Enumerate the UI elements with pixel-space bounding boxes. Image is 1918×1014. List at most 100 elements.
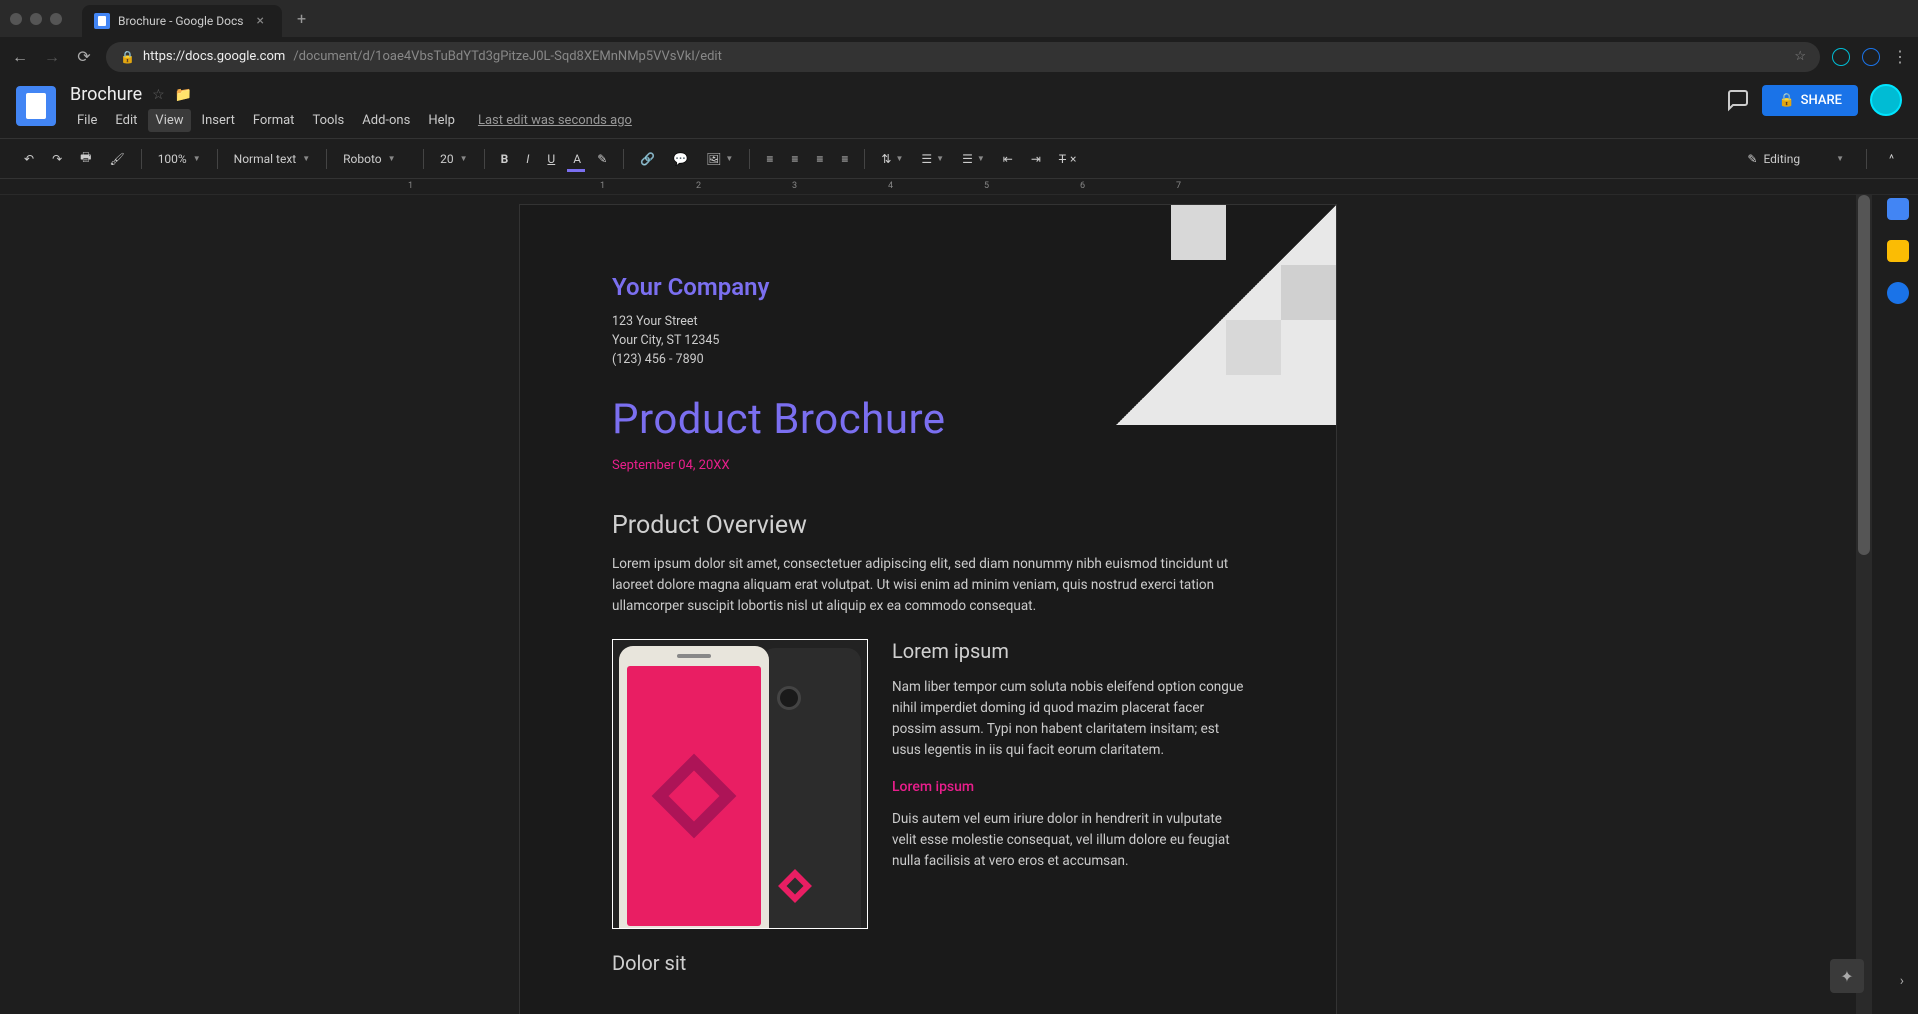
bookmark-icon[interactable]: ☆ [1794,49,1806,64]
overview-heading[interactable]: Product Overview [612,511,1244,540]
forward-button[interactable]: → [42,47,62,67]
ruler-number: 6 [1080,181,1085,191]
underline-button[interactable]: U [539,146,563,172]
highlight-button[interactable]: ✎ [589,146,615,172]
undo-button[interactable]: ↶ [16,146,42,172]
font-size-select[interactable]: 20▼ [432,148,475,170]
section-heading[interactable]: Lorem ipsum [892,639,1244,663]
product-image[interactable] [612,639,868,929]
comments-icon[interactable] [1726,88,1750,112]
page-decoration [1096,205,1336,445]
tab-close-icon[interactable]: × [257,13,264,29]
menu-tools[interactable]: Tools [305,109,351,132]
address-bar[interactable]: 🔒 https://docs.google.com/document/d/1oa… [106,42,1820,72]
editing-mode-select[interactable]: ✎ Editing▼ [1739,148,1852,170]
share-label: SHARE [1801,93,1842,108]
close-window-icon[interactable] [10,13,22,25]
explore-button[interactable]: ✦ [1830,959,1864,993]
section-body[interactable]: Nam liber tempor cum soluta nobis eleife… [892,677,1244,761]
print-button[interactable]: 🖶 [72,142,99,175]
align-right-button[interactable]: ≡ [808,146,831,172]
docs-logo-icon[interactable] [16,86,56,126]
overview-body[interactable]: Lorem ipsum dolor sit amet, consectetuer… [612,554,1244,617]
browser-tab[interactable]: Brochure - Google Docs × [82,5,282,37]
increase-indent-button[interactable]: ⇥ [1023,146,1049,172]
docs-header: Brochure ☆ 📁 File Edit View Insert Forma… [0,76,1918,139]
subsection-heading[interactable]: Lorem ipsum [892,779,1244,795]
url-path: /document/d/1oae4VbsTuBdYTd3gPitzeJ0L-Sq… [293,49,722,64]
reload-button[interactable]: ⟳ [74,47,94,66]
maximize-window-icon[interactable] [50,13,62,25]
menu-insert[interactable]: Insert [195,109,242,132]
ruler-number: 1 [408,181,413,191]
menu-file[interactable]: File [70,109,104,132]
show-side-panel-button[interactable]: › [1900,973,1904,989]
menu-format[interactable]: Format [246,109,302,132]
share-button[interactable]: 🔒 SHARE [1762,85,1858,116]
ruler-number: 7 [1176,181,1181,191]
window-controls [10,13,62,25]
extension-icon[interactable] [1862,48,1880,66]
lock-icon: 🔒 [120,50,135,64]
bold-button[interactable]: B [493,146,517,172]
account-avatar[interactable] [1870,84,1902,116]
calendar-app-icon[interactable] [1887,198,1909,220]
formatting-toolbar: ↶ ↷ 🖶 🖌 100%▼ Normal text▼ Roboto▼ 20▼ B… [0,139,1918,179]
line-spacing-button[interactable]: ⇅▼ [873,146,911,172]
section-heading[interactable]: Dolor sit [612,951,1244,975]
text-color-button[interactable]: A [565,146,587,172]
scrollbar-thumb[interactable] [1858,195,1870,555]
star-document-icon[interactable]: ☆ [152,87,165,103]
menu-addons[interactable]: Add-ons [355,109,417,132]
keep-app-icon[interactable] [1887,240,1909,262]
zoom-select[interactable]: 100%▼ [150,148,209,170]
redo-button[interactable]: ↷ [44,146,70,172]
tab-title: Brochure - Google Docs [118,14,243,28]
decrease-indent-button[interactable]: ⇤ [995,146,1021,172]
document-canvas: Your Company 123 Your Street Your City, … [0,195,1918,1014]
browser-toolbar: ← → ⟳ 🔒 https://docs.google.com/document… [0,37,1918,76]
url-host: https://docs.google.com [143,49,285,64]
menu-bar: File Edit View Insert Format Tools Add-o… [70,109,1712,138]
move-folder-icon[interactable]: 📁 [175,87,192,103]
minimize-window-icon[interactable] [30,13,42,25]
ruler-number: 4 [888,181,893,191]
menu-edit[interactable]: Edit [108,109,144,132]
subsection-body[interactable]: Duis autem vel eum iriure dolor in hendr… [892,809,1244,872]
vertical-scrollbar[interactable] [1856,195,1872,1014]
numbered-list-button[interactable]: ☰▼ [913,146,952,172]
align-left-button[interactable]: ≡ [758,146,781,172]
menu-help[interactable]: Help [421,109,462,132]
insert-comment-button[interactable]: 💬 [665,146,696,172]
docs-favicon-icon [94,13,110,29]
menu-view[interactable]: View [148,109,190,132]
horizontal-ruler[interactable]: 1 1 2 3 4 5 6 7 [0,179,1918,195]
font-select[interactable]: Roboto▼ [335,148,415,170]
bulleted-list-button[interactable]: ☰▼ [954,146,993,172]
ruler-number: 2 [696,181,701,191]
paint-format-button[interactable]: 🖌 [101,146,132,172]
align-center-button[interactable]: ≡ [783,146,806,172]
browser-tab-bar: Brochure - Google Docs × + [0,0,1918,37]
style-select[interactable]: Normal text▼ [226,148,319,170]
italic-button[interactable]: I [518,146,537,172]
ruler-number: 3 [792,181,797,191]
browser-menu-icon[interactable]: ⋮ [1892,47,1908,66]
clear-formatting-button[interactable]: T× [1051,146,1085,172]
last-edit-link[interactable]: Last edit was seconds ago [478,109,632,132]
extension-icon[interactable] [1832,48,1850,66]
ruler-number: 5 [984,181,989,191]
tasks-app-icon[interactable] [1887,282,1909,304]
document-title[interactable]: Brochure [70,84,142,105]
document-date[interactable]: September 04, 20XX [612,458,1244,473]
insert-image-button[interactable]: 🖼▼ [698,146,741,172]
new-tab-button[interactable]: + [297,9,306,28]
document-page[interactable]: Your Company 123 Your Street Your City, … [520,205,1336,1014]
align-justify-button[interactable]: ≡ [833,146,856,172]
collapse-toolbar-button[interactable]: ^ [1881,146,1902,172]
ruler-number: 1 [600,181,605,191]
back-button[interactable]: ← [10,47,30,67]
insert-link-button[interactable]: 🔗 [632,146,663,172]
lock-icon: 🔒 [1778,93,1794,108]
side-panel [1878,188,1918,304]
